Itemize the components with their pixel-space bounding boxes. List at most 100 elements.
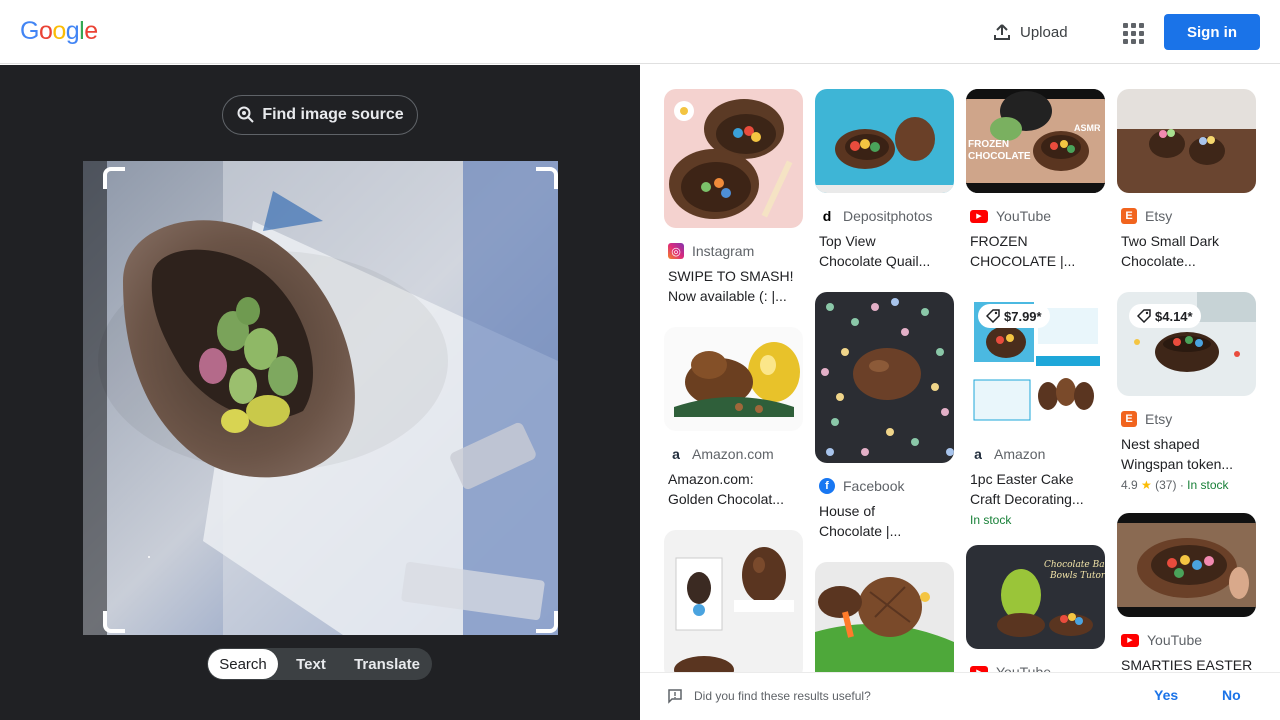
title-line: Chocolate |... xyxy=(819,523,902,539)
feedback-no-button[interactable]: No xyxy=(1222,687,1241,703)
results-panel: ◎ Instagram SWIPE TO SMASH! Now availabl… xyxy=(640,65,1280,672)
crop-shade xyxy=(83,161,107,635)
result-title[interactable]: SMARTIES EASTER xyxy=(1117,655,1253,672)
result-source: a Amazon.com xyxy=(664,445,804,463)
rating-row: 4.9 ★ (37) · In stock xyxy=(1117,478,1257,492)
stock-status: In stock xyxy=(1187,478,1229,492)
etsy-icon: E xyxy=(1121,208,1137,224)
result-source: E Etsy xyxy=(1117,207,1257,225)
title-line: Nest shaped xyxy=(1121,436,1200,452)
find-image-source-button[interactable]: Find image source xyxy=(222,95,418,135)
source-name: Etsy xyxy=(1145,411,1173,427)
result-thumbnail[interactable] xyxy=(664,89,803,228)
title-line: Now available (: |... xyxy=(668,288,787,304)
source-name: Instagram xyxy=(692,243,755,259)
result-title[interactable]: Two Small Dark Chocolate... xyxy=(1117,231,1253,271)
feedback-yes-button[interactable]: Yes xyxy=(1154,687,1178,703)
result-source: ▶ YouTube xyxy=(966,663,1106,672)
result-card[interactable]: $7.99* a Amazon 1pc Easter Cake Craft De… xyxy=(966,292,1106,527)
result-card[interactable] xyxy=(664,530,804,672)
source-name: Depositphotos xyxy=(843,208,933,224)
price-badge: $7.99* xyxy=(978,304,1050,328)
crop-handle-top-left[interactable] xyxy=(103,167,125,189)
thumb-caption-frozen: FROZEN xyxy=(968,139,1009,150)
title-line: Two Small Dark xyxy=(1121,233,1220,249)
result-card[interactable]: ◎ Instagram SWIPE TO SMASH! Now availabl… xyxy=(664,89,804,306)
result-card[interactable] xyxy=(815,562,955,672)
result-thumbnail[interactable] xyxy=(1117,89,1256,193)
crop-handle-bottom-left[interactable] xyxy=(103,611,125,633)
upload-icon xyxy=(994,24,1010,40)
result-thumbnail[interactable] xyxy=(664,327,803,431)
result-title[interactable]: Amazon.com: Golden Chocolat... xyxy=(664,469,800,509)
title-line: Chocolate... xyxy=(1121,253,1196,269)
amazon-icon: a xyxy=(668,446,684,462)
result-title[interactable]: House of Chocolate |... xyxy=(815,501,951,541)
logo-letter: g xyxy=(65,17,80,45)
price-value: $7.99* xyxy=(1004,308,1042,324)
logo-letter: o xyxy=(52,17,66,45)
result-thumbnail[interactable] xyxy=(664,530,803,672)
result-card[interactable]: ▶ YouTube SMARTIES EASTER xyxy=(1117,513,1257,672)
result-title[interactable]: 1pc Easter Cake Craft Decorating... xyxy=(966,469,1102,509)
title-line: House of xyxy=(819,503,876,519)
result-title[interactable]: Nest shaped Wingspan token... xyxy=(1117,434,1253,474)
feedback-icon xyxy=(668,689,682,704)
result-card[interactable]: a Amazon.com Amazon.com: Golden Chocolat… xyxy=(664,327,804,509)
result-thumbnail[interactable] xyxy=(1117,513,1256,617)
upload-button[interactable]: Upload xyxy=(992,20,1068,44)
result-thumbnail[interactable]: FROZEN CHOCOLATE ASMR xyxy=(966,89,1105,193)
result-thumbnail[interactable] xyxy=(815,562,954,672)
source-name: YouTube xyxy=(996,664,1052,672)
results-column: E Etsy Two Small Dark Chocolate... $4.14… xyxy=(1117,89,1257,672)
sign-in-button[interactable]: Sign in xyxy=(1164,14,1260,50)
google-logo[interactable]: Google xyxy=(20,17,98,46)
result-thumbnail[interactable] xyxy=(815,292,954,463)
price-badge: $4.14* xyxy=(1129,304,1201,328)
result-thumbnail[interactable]: $7.99* xyxy=(966,292,1105,431)
star-icon: ★ xyxy=(1141,478,1152,492)
chocolate-egg-photo xyxy=(83,161,558,635)
result-source: ▶ YouTube xyxy=(966,207,1106,225)
result-title[interactable]: FROZEN CHOCOLATE |... xyxy=(966,231,1102,271)
feedback-bar: Did you find these results useful? Yes N… xyxy=(640,672,1280,720)
results-column: FROZEN CHOCOLATE ASMR ▶ YouTube FROZEN C… xyxy=(966,89,1106,672)
result-card[interactable]: $4.14* E Etsy Nest shaped Wingspan token… xyxy=(1117,292,1257,492)
result-card[interactable]: d Depositphotos Top View Chocolate Quail… xyxy=(815,89,955,271)
source-name: YouTube xyxy=(1147,632,1203,648)
result-card[interactable]: Chocolate Balloon Bowls Tutorial ▶ YouTu… xyxy=(966,545,1106,672)
thumb-caption-asmr: ASMR xyxy=(1074,123,1101,133)
result-title[interactable]: Top View Chocolate Quail... xyxy=(815,231,951,271)
youtube-icon: ▶ xyxy=(1121,633,1139,647)
result-thumbnail[interactable] xyxy=(815,89,954,193)
result-title[interactable]: SWIPE TO SMASH! Now available (: |... xyxy=(664,266,800,306)
title-line: Chocolate Quail... xyxy=(819,253,931,269)
title-line: Wingspan token... xyxy=(1121,456,1234,472)
result-source: E Etsy xyxy=(1117,410,1257,428)
crop-handle-bottom-right[interactable] xyxy=(536,611,558,633)
stock-status: In stock xyxy=(970,513,1012,527)
thumb-caption-chocolate: CHOCOLATE xyxy=(968,151,1031,162)
thumb-caption-balloon: Chocolate Balloon xyxy=(1044,560,1105,570)
tab-search[interactable]: Search xyxy=(208,649,278,679)
depositphotos-icon: d xyxy=(819,208,835,224)
result-source: d Depositphotos xyxy=(815,207,955,225)
crop-handle-top-right[interactable] xyxy=(536,167,558,189)
result-card[interactable]: FROZEN CHOCOLATE ASMR ▶ YouTube FROZEN C… xyxy=(966,89,1106,271)
lens-search-icon xyxy=(237,106,255,123)
result-source: ◎ Instagram xyxy=(664,242,804,260)
result-card[interactable]: f Facebook House of Chocolate |... xyxy=(815,292,955,541)
result-thumbnail[interactable]: Chocolate Balloon Bowls Tutorial xyxy=(966,545,1105,649)
logo-letter: G xyxy=(20,17,39,45)
query-image[interactable] xyxy=(83,161,558,635)
tab-translate[interactable]: Translate xyxy=(344,649,430,679)
apps-grid-icon[interactable] xyxy=(1120,20,1144,44)
source-name: Amazon xyxy=(994,446,1046,462)
title-line: Craft Decorating... xyxy=(970,491,1084,507)
tab-text[interactable]: Text xyxy=(278,649,344,679)
result-card[interactable]: E Etsy Two Small Dark Chocolate... xyxy=(1117,89,1257,271)
lens-mode-tabs: Search Text Translate xyxy=(207,648,432,680)
feedback-question: Did you find these results useful? xyxy=(694,689,871,703)
result-thumbnail[interactable]: $4.14* xyxy=(1117,292,1256,396)
title-line: SWIPE TO SMASH! xyxy=(668,268,794,284)
